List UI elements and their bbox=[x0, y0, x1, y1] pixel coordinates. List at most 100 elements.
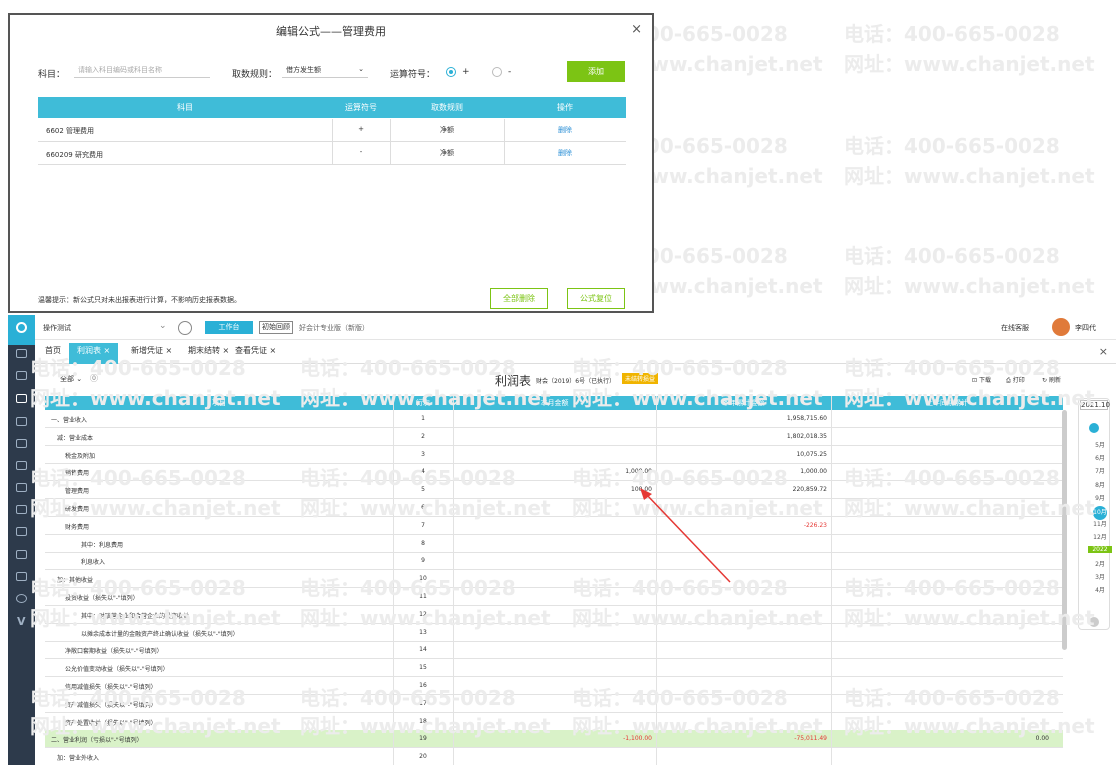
help-link[interactable]: 在线客服 bbox=[1001, 323, 1029, 333]
cell-item: 管理费用 bbox=[65, 488, 90, 496]
user-icon[interactable] bbox=[16, 572, 27, 581]
delete-link[interactable]: 删除 bbox=[504, 148, 626, 158]
col-item: 项目 bbox=[212, 399, 226, 407]
divider bbox=[390, 119, 391, 165]
cell-y[interactable]: -75,011.49 bbox=[652, 735, 827, 742]
month-item[interactable]: 11月 bbox=[1088, 519, 1112, 528]
up-icon[interactable] bbox=[1089, 423, 1099, 433]
table-row: 利息收入 9 bbox=[45, 552, 1063, 571]
print-icon[interactable] bbox=[16, 527, 27, 536]
ledger-icon[interactable] bbox=[16, 439, 27, 448]
table-row: 资产处置收益（损失以"-"号填列） 18 bbox=[45, 713, 1063, 731]
tab-period-end[interactable]: 期末结转 × bbox=[188, 345, 229, 356]
asset-icon[interactable] bbox=[16, 505, 27, 514]
dialog-title: 编辑公式——管理费用 bbox=[276, 25, 386, 38]
help-icon[interactable]: ⓪ bbox=[90, 373, 98, 384]
add-button[interactable]: 添加 bbox=[567, 61, 625, 82]
table-row: 其中：对联营企业和合营企业的投资收益 12 bbox=[45, 606, 1063, 624]
month-item[interactable]: 9月 bbox=[1088, 493, 1112, 502]
report-table-header: 项目 行次 本月金额 本年累计金额 上年同期累计 bbox=[45, 396, 1063, 410]
close-icon[interactable]: × bbox=[631, 22, 642, 37]
report-subtitle: 财会（2019）6号（已执行） bbox=[536, 378, 616, 385]
table-row: 以摊余成本计量的金融资产终止确认收益（损失以"-"填列） 13 bbox=[45, 624, 1063, 642]
month-item[interactable]: 12月 bbox=[1088, 532, 1112, 541]
cell-item: 税金及附加 bbox=[65, 452, 96, 460]
tab-home[interactable]: 首页 bbox=[45, 345, 61, 356]
table-row: 研发费用 6 bbox=[45, 499, 1063, 517]
lock-icon[interactable] bbox=[16, 417, 27, 426]
month-item[interactable]: 2022 bbox=[1088, 545, 1112, 553]
chevron-down-icon[interactable]: ⌄ bbox=[159, 321, 167, 331]
scrollbar[interactable] bbox=[1062, 410, 1067, 650]
row-op: + bbox=[358, 125, 364, 133]
cell-y[interactable]: 1,802,018.35 bbox=[652, 433, 827, 440]
month-item[interactable]: 5月 bbox=[1088, 440, 1112, 449]
table-row: 加：其他收益 10 bbox=[45, 570, 1063, 589]
tax-icon[interactable] bbox=[16, 550, 27, 559]
watermark-phone: 电话：400-665-0028 bbox=[844, 244, 1060, 268]
cart-icon[interactable] bbox=[16, 483, 27, 492]
cell-y[interactable]: 1,958,715.60 bbox=[652, 415, 827, 422]
month-item[interactable]: 4月 bbox=[1088, 585, 1112, 594]
report-icon[interactable] bbox=[16, 394, 27, 403]
row-rule: 净额 bbox=[440, 126, 454, 134]
workbench-button[interactable]: 工作台 bbox=[205, 321, 253, 334]
cell-no: 20 bbox=[419, 753, 427, 761]
tab-view-voucher[interactable]: 查看凭证 × bbox=[235, 345, 276, 356]
down-icon[interactable] bbox=[1089, 617, 1099, 627]
cell-no: 17 bbox=[419, 699, 427, 707]
refresh-button[interactable]: ↻ 刷新 bbox=[1042, 375, 1061, 384]
cell-no: 6 bbox=[421, 504, 425, 511]
op-minus-radio[interactable] bbox=[492, 67, 502, 77]
v-icon[interactable]: V bbox=[17, 615, 26, 628]
initial-button[interactable]: 初始回顾 bbox=[259, 321, 293, 334]
print-button[interactable]: ⎙ 打印 bbox=[1006, 375, 1025, 385]
cell-y[interactable]: 1,000.00 bbox=[652, 468, 827, 475]
invoice-icon[interactable] bbox=[16, 461, 27, 470]
download-button[interactable]: ⊡ 下载 bbox=[972, 375, 991, 384]
settings-icon[interactable] bbox=[16, 594, 27, 603]
watermark-site: 网址：www.chanjet.net bbox=[844, 164, 1095, 188]
col-rule: 取数规则 bbox=[431, 103, 463, 112]
delete-link[interactable]: 删除 bbox=[504, 125, 626, 135]
cell-no: 2 bbox=[421, 432, 425, 440]
cell-m[interactable]: 100.00 bbox=[453, 486, 652, 493]
cell-y[interactable]: 10,075.25 bbox=[652, 451, 827, 458]
tab-new-voucher[interactable]: 新增凭证 × bbox=[131, 345, 172, 356]
close-icon[interactable]: × bbox=[1099, 345, 1108, 358]
company-name[interactable]: 操作测试 bbox=[43, 323, 71, 333]
chevron-down-icon: ⌄ bbox=[76, 375, 83, 383]
month-item[interactable]: 10月 bbox=[1093, 506, 1107, 520]
dialog-table-header: 科目 运算符号 取数规则 操作 bbox=[38, 97, 626, 118]
refresh-label: 刷新 bbox=[1048, 377, 1061, 384]
user-name[interactable]: 李四代 bbox=[1075, 323, 1096, 333]
cell-no: 13 bbox=[419, 628, 427, 636]
month-item[interactable]: 8月 bbox=[1088, 480, 1112, 489]
month-item[interactable]: 2月 bbox=[1088, 559, 1112, 568]
table-row: 投资收益（损失以"-"填列） 11 bbox=[45, 588, 1063, 606]
cell-no: 1 bbox=[421, 415, 425, 422]
rule-select-value: 借方发生额 bbox=[286, 66, 321, 74]
period-input[interactable]: 2021.10 bbox=[1080, 400, 1110, 410]
cell-m[interactable]: -1,100.00 bbox=[453, 735, 652, 742]
month-item[interactable]: 3月 bbox=[1088, 572, 1112, 581]
month-item[interactable]: 7月 bbox=[1088, 466, 1112, 475]
cell-p[interactable]: 0.00 bbox=[827, 735, 1049, 742]
cell-no: 14 bbox=[419, 646, 427, 654]
reset-formula-button[interactable]: 公式复位 bbox=[567, 288, 625, 309]
avatar[interactable] bbox=[1052, 318, 1070, 336]
rule-label: 取数规则： bbox=[232, 70, 278, 80]
delete-all-button[interactable]: 全部删除 bbox=[490, 288, 548, 309]
voucher-icon[interactable] bbox=[16, 371, 27, 380]
switch-icon[interactable] bbox=[178, 321, 192, 335]
month-item[interactable]: 6月 bbox=[1088, 453, 1112, 462]
cell-m[interactable]: 1,000.00 bbox=[453, 468, 652, 475]
watermark-site: 网址：www.chanjet.net bbox=[844, 52, 1095, 76]
tab-income-statement[interactable]: 利润表 × bbox=[69, 343, 119, 364]
home-icon[interactable] bbox=[16, 349, 27, 358]
subject-input[interactable]: 请输入科目编码或科目名称 bbox=[74, 63, 210, 78]
cell-item: 加：营业外收入 bbox=[57, 755, 100, 763]
op-plus-radio[interactable] bbox=[446, 67, 456, 77]
scope-select[interactable]: 全部 ⌄ bbox=[60, 374, 82, 384]
rule-select[interactable]: 借方发生额 ⌄ bbox=[282, 63, 368, 78]
